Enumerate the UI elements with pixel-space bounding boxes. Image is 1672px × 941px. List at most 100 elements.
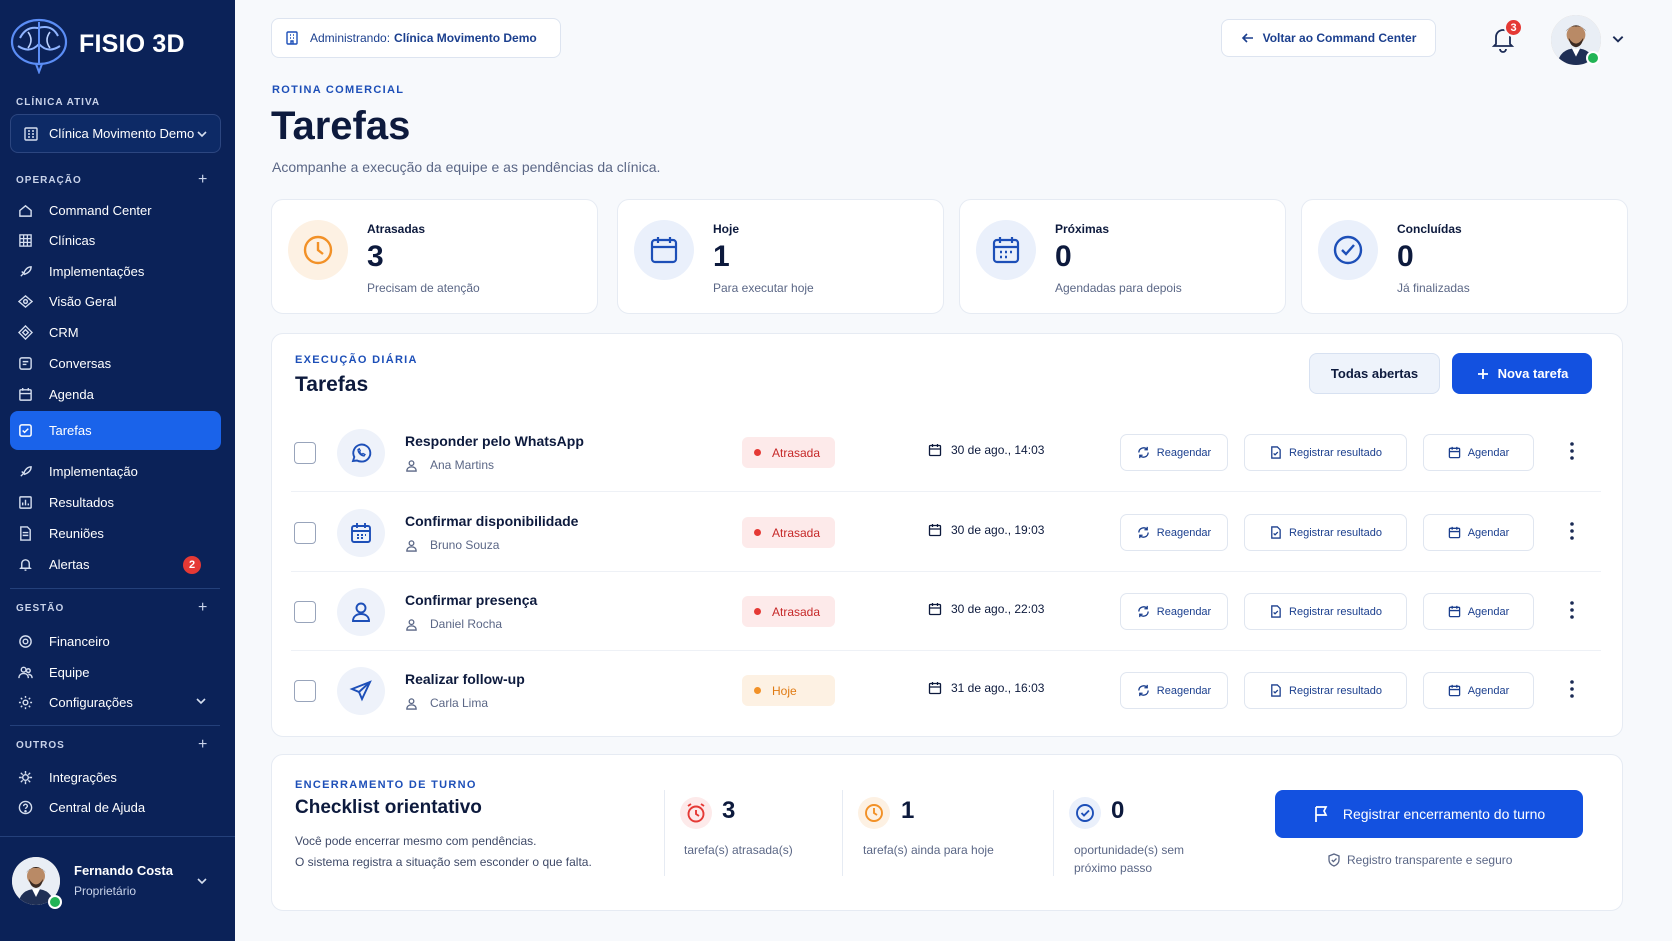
check-square-icon bbox=[17, 423, 33, 439]
sidebar-item-clinicas[interactable]: Clínicas bbox=[10, 226, 221, 254]
more-options-icon[interactable] bbox=[1566, 440, 1578, 462]
stat-card-hoje[interactable]: Hoje 1 Para executar hoje bbox=[617, 199, 944, 314]
brand[interactable]: FISIO 3D bbox=[8, 14, 185, 74]
clinic-selector[interactable]: Clínica Movimento Demo bbox=[10, 114, 221, 153]
calendar-icon bbox=[1448, 684, 1461, 697]
reschedule-button[interactable]: Reagendar bbox=[1120, 434, 1228, 471]
due-date-text: 31 de ago., 16:03 bbox=[951, 681, 1045, 695]
register-result-button[interactable]: Registrar resultado bbox=[1244, 514, 1407, 551]
register-shift-closing-label: Registrar encerramento do turno bbox=[1342, 806, 1546, 822]
plus-icon bbox=[1476, 367, 1490, 381]
page-eyebrow: ROTINA COMERCIAL bbox=[272, 84, 405, 96]
opportunities-label-line1: oportunidade(s) sem bbox=[1074, 843, 1185, 857]
opportunities-label-line2: próximo passo bbox=[1074, 861, 1153, 875]
document-icon bbox=[1269, 446, 1282, 459]
admin-prefix: Administrando: bbox=[310, 31, 391, 45]
schedule-button[interactable]: Agendar bbox=[1423, 672, 1534, 709]
rocket-icon bbox=[17, 463, 33, 479]
building-icon bbox=[284, 30, 300, 46]
stat-card-concluidas[interactable]: Concluídas 0 Já finalizadas bbox=[1301, 199, 1628, 314]
sidebar-item-implementacao[interactable]: Implementação bbox=[10, 457, 221, 485]
stat-card-proximas[interactable]: Próximas 0 Agendadas para depois bbox=[959, 199, 1286, 314]
back-to-command-center-button[interactable]: Voltar ao Command Center bbox=[1221, 19, 1436, 57]
back-button-label: Voltar ao Command Center bbox=[1262, 31, 1417, 45]
sidebar-item-visao-geral[interactable]: Visão Geral bbox=[10, 287, 221, 315]
sidebar-item-implementacoes[interactable]: Implementações bbox=[10, 257, 221, 285]
reschedule-button[interactable]: Reagendar bbox=[1120, 593, 1228, 630]
more-options-icon[interactable] bbox=[1566, 520, 1578, 542]
chevron-down-icon[interactable] bbox=[1611, 32, 1625, 46]
add-gestao-button[interactable]: + bbox=[198, 600, 207, 616]
sidebar-item-integracoes[interactable]: Integrações bbox=[10, 763, 221, 791]
sidebar-item-label: Financeiro bbox=[49, 633, 110, 649]
chart-icon bbox=[17, 494, 33, 510]
more-options-icon[interactable] bbox=[1566, 599, 1578, 621]
status-label: Atrasada bbox=[772, 604, 821, 619]
reschedule-label: Reagendar bbox=[1156, 526, 1212, 539]
table-row: Confirmar presença Daniel Rocha Atrasada… bbox=[271, 572, 1601, 651]
sidebar-item-resultados[interactable]: Resultados bbox=[10, 488, 221, 516]
active-clinic-label: CLÍNICA ATIVA bbox=[16, 97, 101, 108]
task-checkbox[interactable] bbox=[294, 522, 316, 544]
sidebar-item-central-de-ajuda[interactable]: Central de Ajuda bbox=[10, 793, 221, 821]
reschedule-button[interactable]: Reagendar bbox=[1120, 672, 1228, 709]
calendar-icon bbox=[928, 523, 942, 537]
new-task-button[interactable]: Nova tarefa bbox=[1452, 353, 1592, 394]
add-outros-button[interactable]: + bbox=[198, 737, 207, 753]
sidebar-item-crm[interactable]: CRM bbox=[10, 318, 221, 346]
building-icon bbox=[17, 232, 33, 248]
stat-label: Atrasadas bbox=[367, 222, 426, 236]
sidebar-item-label: Implementações bbox=[49, 263, 145, 279]
document-icon bbox=[1269, 526, 1282, 539]
online-status-indicator bbox=[1586, 51, 1600, 65]
task-due-date: 31 de ago., 16:03 bbox=[928, 681, 1044, 695]
new-task-label: Nova tarefa bbox=[1497, 366, 1569, 381]
flag-icon bbox=[1313, 805, 1331, 823]
task-checkbox[interactable] bbox=[294, 680, 316, 702]
status-badge: Atrasada bbox=[742, 517, 835, 548]
due-date-text: 30 de ago., 22:03 bbox=[951, 602, 1045, 616]
clinic-selector-value: Clínica Movimento Demo bbox=[49, 126, 195, 141]
register-result-button[interactable]: Registrar resultado bbox=[1244, 672, 1407, 709]
gear-icon bbox=[17, 694, 33, 710]
sidebar-item-agenda[interactable]: Agenda bbox=[10, 380, 221, 408]
sidebar-item-configuracoes[interactable]: Configurações bbox=[10, 688, 221, 716]
sidebar-item-financeiro[interactable]: Financeiro bbox=[10, 627, 221, 655]
task-assignee-name: Bruno Souza bbox=[430, 538, 500, 552]
sidebar-item-reunioes[interactable]: Reuniões bbox=[10, 519, 221, 547]
user-icon bbox=[337, 588, 385, 636]
register-result-button[interactable]: Registrar resultado bbox=[1244, 434, 1407, 471]
task-checkbox[interactable] bbox=[294, 601, 316, 623]
sidebar-item-equipe[interactable]: Equipe bbox=[10, 658, 221, 686]
secure-note-text: Registro transparente e seguro bbox=[1347, 853, 1513, 867]
reschedule-button[interactable]: Reagendar bbox=[1120, 514, 1228, 551]
task-assignee: Ana Martins bbox=[405, 458, 494, 472]
section-gestao: GESTÃO bbox=[16, 603, 65, 614]
user-profile[interactable]: Fernando Costa Proprietário bbox=[0, 836, 235, 941]
admin-clinic-chip[interactable]: Administrando: Clínica Movimento Demo bbox=[271, 18, 561, 58]
shield-check-icon bbox=[1327, 853, 1341, 867]
register-result-label: Registrar resultado bbox=[1289, 605, 1382, 618]
task-assignee-name: Daniel Rocha bbox=[430, 617, 503, 631]
more-options-icon[interactable] bbox=[1566, 678, 1578, 700]
admin-clinic-name: Clínica Movimento Demo bbox=[394, 31, 537, 45]
task-checkbox[interactable] bbox=[294, 442, 316, 464]
schedule-button[interactable]: Agendar bbox=[1423, 514, 1534, 551]
schedule-button[interactable]: Agendar bbox=[1423, 593, 1534, 630]
add-operacao-button[interactable]: + bbox=[198, 172, 207, 188]
register-shift-closing-button[interactable]: Registrar encerramento do turno bbox=[1275, 790, 1583, 838]
sidebar-item-conversas[interactable]: Conversas bbox=[10, 349, 221, 377]
status-badge: Hoje bbox=[742, 675, 835, 706]
stat-description: Para executar hoje bbox=[713, 281, 814, 295]
filter-all-open-button[interactable]: Todas abertas bbox=[1309, 353, 1440, 394]
schedule-button[interactable]: Agendar bbox=[1423, 434, 1534, 471]
sidebar-item-tarefas[interactable]: Tarefas bbox=[10, 411, 221, 450]
stat-card-atrasadas[interactable]: Atrasadas 3 Precisam de atenção bbox=[271, 199, 598, 314]
refresh-icon bbox=[1137, 684, 1150, 697]
user-name: Fernando Costa bbox=[74, 863, 173, 878]
user-icon bbox=[405, 459, 418, 472]
tasks-eyebrow: EXECUÇÃO DIÁRIA bbox=[295, 354, 418, 366]
sidebar-item-command-center[interactable]: Command Center bbox=[10, 196, 221, 224]
sidebar-item-alertas[interactable]: Alertas 2 bbox=[10, 550, 221, 578]
register-result-button[interactable]: Registrar resultado bbox=[1244, 593, 1407, 630]
